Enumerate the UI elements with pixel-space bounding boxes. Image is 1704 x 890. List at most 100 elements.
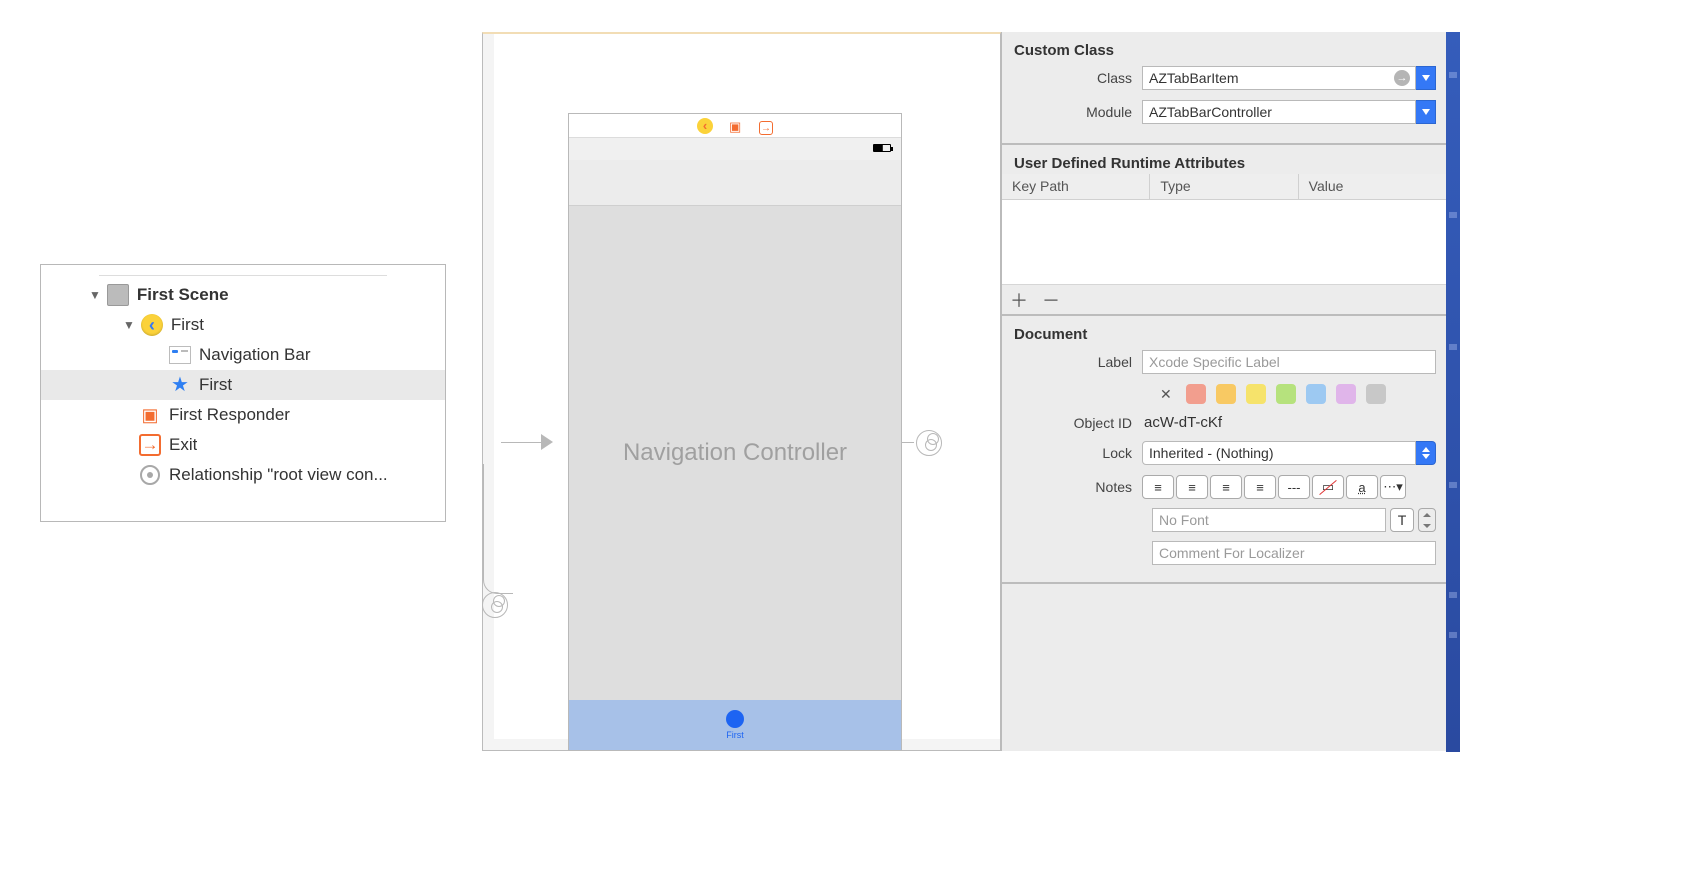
controller-title-label: Navigation Controller	[623, 439, 847, 467]
class-row: Class AZTabBarItem →	[1002, 61, 1446, 95]
outline-divider	[99, 275, 387, 276]
swatch-orange[interactable]	[1216, 384, 1236, 404]
lock-select[interactable]: Inherited - (Nothing)	[1142, 441, 1416, 465]
outline-panel: ▼ First Scene ▼ First Navigation Bar ★ F…	[40, 264, 446, 522]
no-format-button[interactable]: ▭	[1312, 475, 1344, 499]
notes-row: Notes ≡ ≡ ≡ ≡ --- ▭ a ⋯▾	[1002, 470, 1446, 504]
segue-arrow-line	[901, 442, 914, 443]
label-placeholder: Xcode Specific Label	[1149, 354, 1280, 370]
segue-arrow-line	[501, 442, 541, 443]
module-input[interactable]: AZTabBarController	[1142, 100, 1416, 124]
tab-bar[interactable]: First	[569, 700, 901, 750]
storyboard-canvas[interactable]: ▣ → Navigation Controller First	[482, 32, 1001, 751]
more-button[interactable]: ⋯▾	[1380, 475, 1406, 499]
color-swatch-row: ✕	[1002, 379, 1446, 409]
first-responder-dock-icon[interactable]: ▣	[729, 119, 743, 133]
text-style-button[interactable]: a	[1346, 475, 1378, 499]
exit-dock-icon[interactable]: →	[759, 119, 773, 133]
outline-relationship-label: Relationship "root view con...	[169, 465, 388, 485]
comment-placeholder: Comment For Localizer	[1159, 545, 1305, 561]
udra-add-remove: ＋ －	[1002, 284, 1446, 314]
right-sidebar-stripe	[1446, 32, 1460, 752]
outline-exit-row[interactable]: → Exit	[41, 430, 445, 460]
class-label: Class	[1002, 70, 1142, 86]
swatch-purple[interactable]	[1336, 384, 1356, 404]
section-custom-class-title: Custom Class	[1002, 32, 1446, 61]
swatch-red[interactable]	[1186, 384, 1206, 404]
font-picker-button[interactable]: T	[1390, 508, 1414, 532]
outline-responder-row[interactable]: ▣ First Responder	[41, 400, 445, 430]
segue-arrow-head-icon	[541, 434, 553, 450]
localizer-comment-input[interactable]: Comment For Localizer	[1152, 541, 1436, 565]
color-swatches: ✕	[1152, 384, 1386, 404]
outline-tabitem-label: First	[199, 375, 232, 395]
identity-inspector: Custom Class Class AZTabBarItem → Module…	[1001, 32, 1446, 751]
tab-item-label: First	[726, 730, 744, 740]
outline-navbar-row[interactable]: Navigation Bar	[41, 340, 445, 370]
nav-controller-dock-icon[interactable]	[697, 118, 713, 134]
outline-navbar-label: Navigation Bar	[199, 345, 311, 365]
navigation-bar[interactable]	[569, 160, 901, 206]
class-value: AZTabBarItem	[1149, 70, 1238, 86]
notes-toolbar: ≡ ≡ ≡ ≡ --- ▭ a ⋯▾	[1142, 475, 1406, 499]
outline-scene-row[interactable]: ▼ First Scene	[41, 280, 445, 310]
segue-indicator-icon[interactable]	[916, 430, 942, 456]
class-dropdown-button[interactable]	[1416, 66, 1436, 90]
swatch-gray[interactable]	[1366, 384, 1386, 404]
align-center-button[interactable]: ≡	[1176, 475, 1208, 499]
remove-button[interactable]: －	[1042, 287, 1060, 313]
add-button[interactable]: ＋	[1010, 287, 1028, 313]
font-placeholder: No Font	[1159, 512, 1209, 528]
align-right-button[interactable]: ≡	[1210, 475, 1242, 499]
module-dropdown-button[interactable]	[1416, 100, 1436, 124]
outline-tabitem-row[interactable]: ★ First	[41, 370, 445, 400]
phone-frame[interactable]: ▣ → Navigation Controller First	[568, 113, 902, 751]
outline-exit-label: Exit	[169, 435, 197, 455]
lock-value: Inherited - (Nothing)	[1149, 445, 1274, 461]
outline-scene-label: First Scene	[137, 285, 229, 305]
scene-dock[interactable]: ▣ →	[569, 114, 901, 138]
disclosure-triangle-icon[interactable]: ▼	[89, 288, 101, 302]
align-justify-button[interactable]: ≡	[1244, 475, 1276, 499]
separator-button[interactable]: ---	[1278, 475, 1310, 499]
outline-controller-row[interactable]: ▼ First	[41, 310, 445, 340]
swatch-green[interactable]	[1276, 384, 1296, 404]
module-value: AZTabBarController	[1149, 104, 1272, 120]
relationship-icon	[140, 465, 160, 485]
star-icon: ★	[169, 374, 191, 396]
tab-item-icon[interactable]	[726, 710, 744, 728]
class-input[interactable]: AZTabBarItem →	[1142, 66, 1416, 90]
lock-dropdown-button[interactable]	[1416, 441, 1436, 465]
udra-col-type[interactable]: Type	[1150, 174, 1298, 200]
udra-col-keypath[interactable]: Key Path	[1002, 174, 1150, 200]
label-row: Label Xcode Specific Label	[1002, 345, 1446, 379]
module-label: Module	[1002, 104, 1142, 120]
font-row: No Font T	[1002, 504, 1446, 536]
disclosure-triangle-icon[interactable]: ▼	[123, 318, 135, 332]
cube-icon: ▣	[139, 404, 161, 426]
label-label: Label	[1002, 354, 1142, 370]
outline-relationship-row[interactable]: Relationship "root view con...	[41, 460, 445, 490]
scene-icon	[107, 284, 129, 306]
outline-controller-label: First	[171, 315, 204, 335]
objectid-value: acW-dT-cKf	[1142, 414, 1222, 431]
font-size-stepper[interactable]	[1418, 508, 1436, 532]
udra-header: Key Path Type Value	[1002, 174, 1446, 200]
align-left-button[interactable]: ≡	[1142, 475, 1174, 499]
segue-indicator-icon[interactable]	[482, 592, 508, 618]
label-input[interactable]: Xcode Specific Label	[1142, 350, 1436, 374]
section-divider	[1002, 582, 1446, 584]
exit-icon: →	[139, 434, 161, 456]
udra-body[interactable]	[1002, 200, 1446, 284]
swatch-yellow[interactable]	[1246, 384, 1266, 404]
lock-label: Lock	[1002, 445, 1142, 461]
swatch-blue[interactable]	[1306, 384, 1326, 404]
notes-label: Notes	[1002, 479, 1142, 495]
clear-icon[interactable]: →	[1394, 70, 1410, 86]
segue-arc	[483, 464, 513, 594]
section-document-title: Document	[1002, 316, 1446, 345]
clear-color-button[interactable]: ✕	[1160, 386, 1172, 403]
font-input[interactable]: No Font	[1152, 508, 1386, 532]
section-udra-title: User Defined Runtime Attributes	[1002, 145, 1446, 174]
udra-col-value[interactable]: Value	[1299, 174, 1446, 200]
